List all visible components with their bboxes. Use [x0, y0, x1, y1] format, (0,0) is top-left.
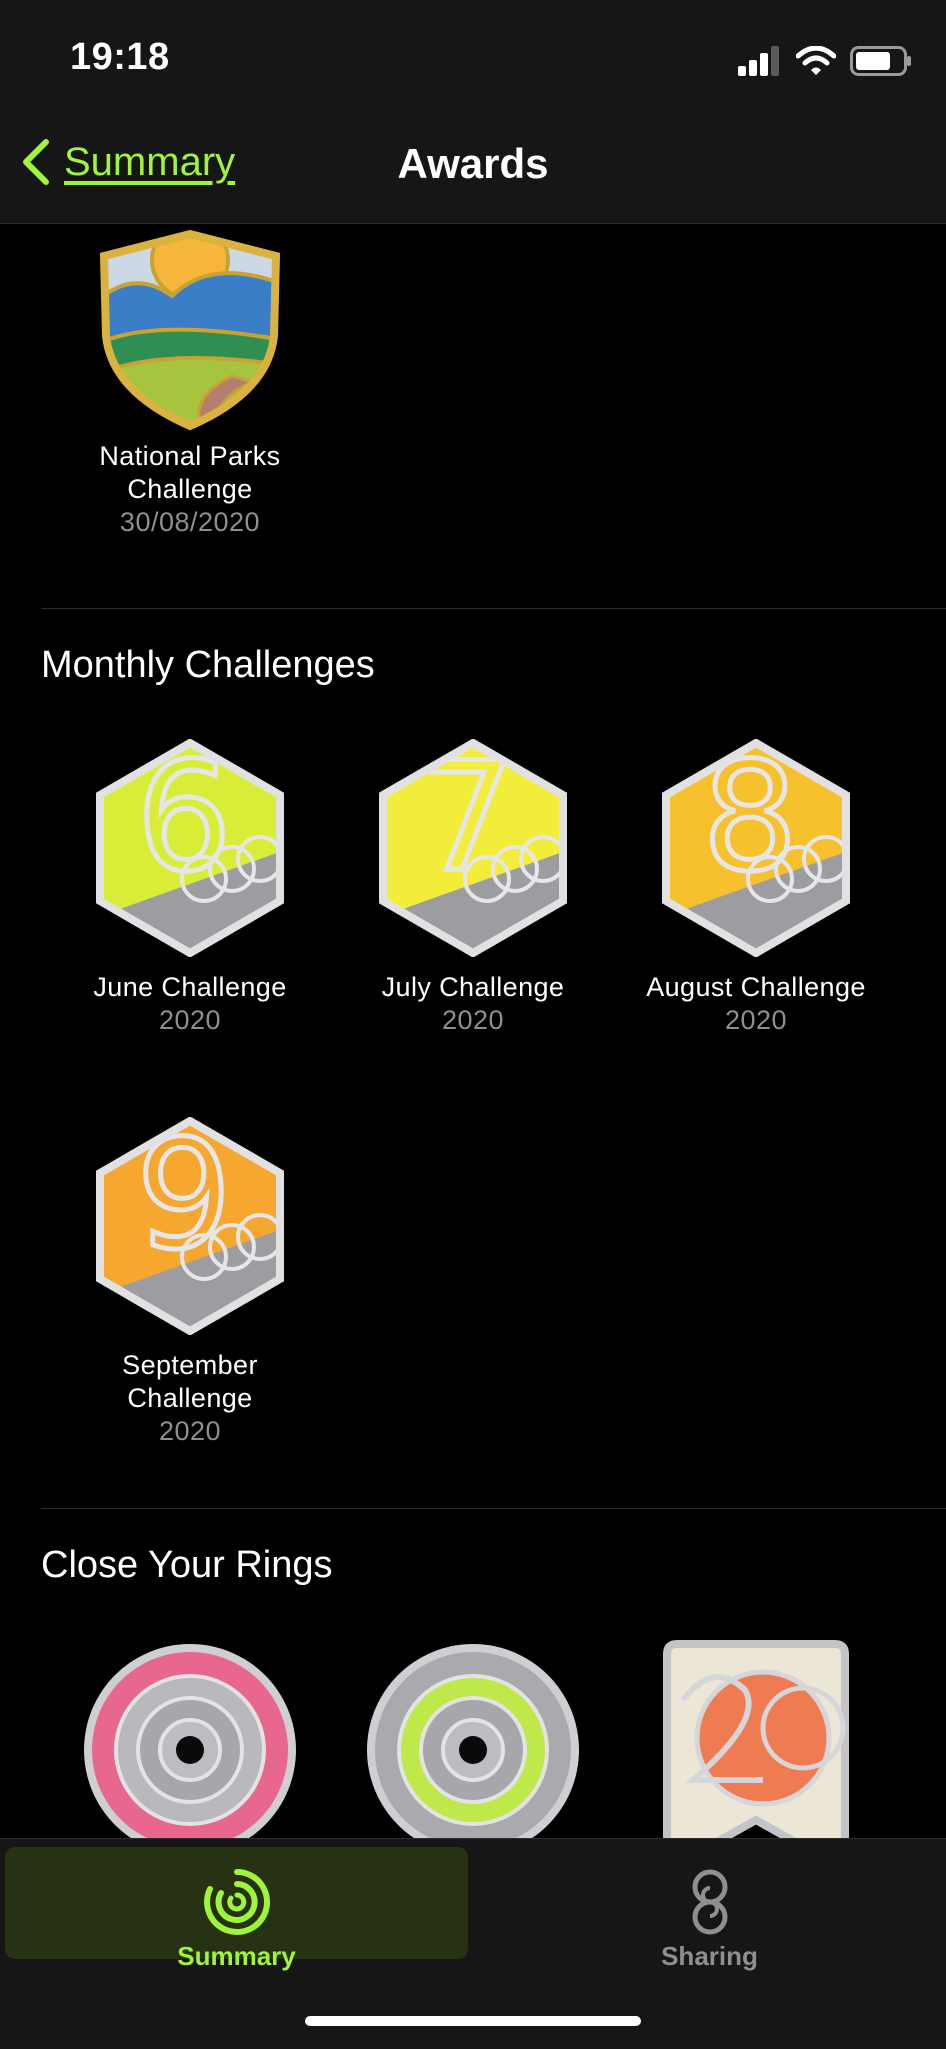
award-june-challenge[interactable]: 6 June Challenge 2020: [50, 739, 330, 1037]
home-indicator: [305, 2016, 641, 2026]
exercise-ring-badge-icon: [367, 1644, 579, 1840]
national-parks-badge-icon: [99, 229, 281, 431]
award-september-challenge[interactable]: 9 September Challenge 2020: [50, 1117, 330, 1448]
cellular-signal-icon: [738, 46, 779, 76]
award-name: August Challenge: [646, 972, 866, 1002]
awards-list[interactable]: National Parks Challenge 30/08/2020 Mont…: [0, 224, 946, 1840]
award-date: 30/08/2020: [119, 507, 261, 537]
award-2020-rings[interactable]: [616, 1640, 896, 1840]
tab-summary[interactable]: Summary: [5, 1847, 468, 1971]
award-august-challenge[interactable]: 8 August Challenge 2020: [616, 739, 896, 1037]
august-challenge-badge-icon: 8: [662, 739, 850, 957]
tab-sharing[interactable]: Sharing: [478, 1847, 941, 1971]
july-challenge-badge-icon: 7: [379, 739, 567, 957]
year-2020-badge-icon: [663, 1640, 849, 1840]
navigation-header: 19:18 Summary Awards: [0, 0, 946, 224]
september-challenge-badge-icon: 9: [96, 1117, 284, 1335]
tab-label-summary: Summary: [177, 1941, 296, 1971]
award-year: 2020: [441, 1005, 505, 1035]
page-title: Awards: [397, 140, 549, 187]
section-divider: [41, 608, 946, 609]
june-challenge-badge-icon: 6: [96, 739, 284, 957]
status-icons: [738, 44, 912, 78]
section-title-monthly: Monthly Challenges: [41, 644, 375, 686]
award-name: July Challenge: [381, 972, 565, 1002]
award-year: 2020: [158, 1005, 222, 1035]
award-year: 2020: [724, 1005, 788, 1035]
award-name-line1: September: [122, 1350, 258, 1380]
award-name-line2: Challenge: [127, 474, 253, 504]
section-title-close-your-rings: Close Your Rings: [41, 1544, 333, 1586]
activity-rings-icon: [203, 1869, 270, 1935]
award-july-challenge[interactable]: 7 July Challenge 2020: [333, 739, 613, 1037]
wifi-icon: [796, 46, 836, 75]
award-name: June Challenge: [93, 972, 287, 1002]
tab-label-sharing: Sharing: [661, 1941, 758, 1971]
battery-icon: [850, 46, 911, 76]
section-divider: [41, 1508, 946, 1509]
award-year: 2020: [158, 1416, 222, 1446]
move-ring-badge-icon: [84, 1644, 296, 1840]
tab-bar: Summary Sharing: [0, 1838, 946, 2049]
status-time: 19:18: [70, 36, 170, 78]
award-move-ring[interactable]: [50, 1640, 330, 1840]
sharing-icon: [692, 1869, 727, 1935]
award-exercise-ring[interactable]: [333, 1640, 613, 1840]
award-name-line2: Challenge: [127, 1383, 253, 1413]
award-name-line1: National Parks: [99, 441, 281, 471]
award-national-parks[interactable]: National Parks Challenge 30/08/2020: [50, 224, 330, 539]
